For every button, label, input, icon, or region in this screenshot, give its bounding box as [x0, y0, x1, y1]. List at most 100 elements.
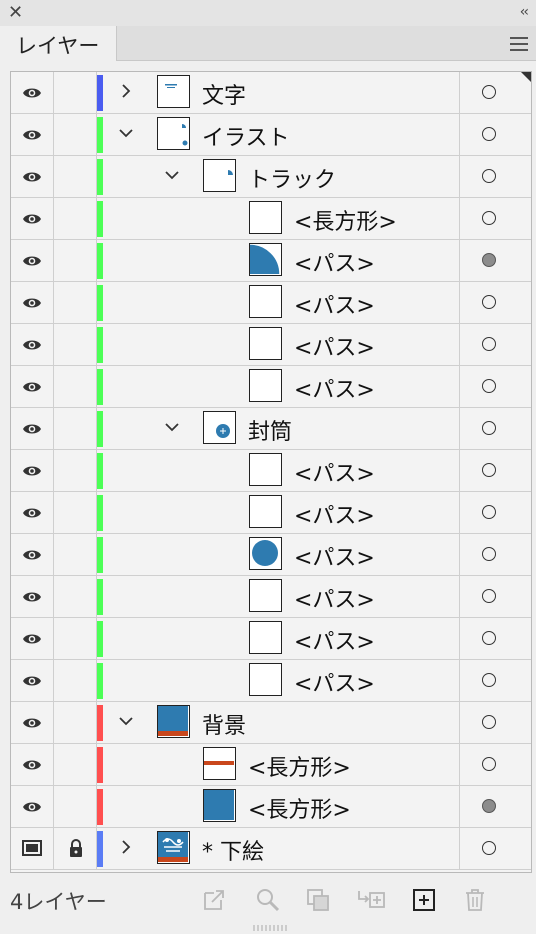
visibility-toggle[interactable] — [11, 576, 54, 617]
collapse-panel-icon[interactable]: ‹‹ — [520, 4, 529, 20]
lock-toggle[interactable] — [53, 744, 97, 785]
target-cell[interactable] — [459, 114, 531, 155]
move-to-layer-icon[interactable] — [356, 888, 386, 912]
layer-name[interactable]: <長方形> — [248, 792, 351, 824]
layer-name[interactable]: 背景 — [202, 708, 246, 740]
target-circle-icon[interactable] — [482, 631, 496, 645]
visibility-toggle[interactable] — [11, 114, 54, 155]
layer-row[interactable]: <パス> — [11, 492, 531, 534]
layer-name[interactable]: 文字 — [202, 78, 246, 110]
chevron-right-icon[interactable] — [119, 839, 133, 854]
export-icon[interactable] — [202, 888, 226, 912]
layer-row[interactable]: <パス> — [11, 324, 531, 366]
lock-toggle[interactable] — [53, 450, 97, 491]
lock-toggle[interactable] — [53, 492, 97, 533]
target-cell[interactable] — [459, 282, 531, 323]
lock-toggle[interactable] — [53, 366, 97, 407]
layer-name[interactable]: <パス> — [294, 498, 375, 530]
visibility-toggle[interactable] — [11, 408, 54, 449]
lock-toggle[interactable] — [53, 156, 97, 197]
target-cell[interactable] — [459, 324, 531, 365]
layer-row[interactable]: <長方形> — [11, 744, 531, 786]
target-circle-icon[interactable] — [482, 211, 496, 225]
target-cell[interactable] — [459, 72, 531, 113]
lock-toggle[interactable] — [53, 786, 97, 827]
target-cell[interactable] — [459, 450, 531, 491]
target-cell[interactable] — [459, 702, 531, 743]
lock-toggle[interactable] — [53, 828, 97, 869]
search-icon[interactable] — [256, 888, 280, 912]
lock-toggle[interactable] — [53, 198, 97, 239]
visibility-toggle[interactable] — [11, 450, 54, 491]
target-circle-icon[interactable] — [482, 295, 496, 309]
target-cell[interactable] — [459, 240, 531, 281]
layer-name[interactable]: <パス> — [294, 624, 375, 656]
layer-row[interactable]: <パス> — [11, 366, 531, 408]
target-cell[interactable] — [459, 618, 531, 659]
target-circle-icon[interactable] — [482, 127, 496, 141]
layer-name[interactable]: 封筒 — [248, 414, 292, 446]
chevron-down-icon[interactable] — [165, 167, 179, 181]
layer-name[interactable]: <長方形> — [248, 750, 351, 782]
tab-layers[interactable]: レイヤー — [0, 26, 117, 61]
layer-name[interactable]: <パス> — [294, 540, 375, 572]
target-cell[interactable] — [459, 744, 531, 785]
layer-row[interactable]: 文字 — [11, 72, 531, 114]
target-selected-icon[interactable] — [482, 799, 496, 813]
target-circle-icon[interactable] — [482, 169, 496, 183]
target-circle-icon[interactable] — [482, 379, 496, 393]
lock-toggle[interactable] — [53, 618, 97, 659]
layer-row[interactable]: イラスト — [11, 114, 531, 156]
lock-toggle[interactable] — [53, 576, 97, 617]
layer-row[interactable]: <パス> — [11, 660, 531, 702]
target-cell[interactable] — [459, 408, 531, 449]
layer-name[interactable]: <パス> — [294, 246, 375, 278]
layer-name[interactable]: イラスト — [202, 120, 290, 152]
target-circle-icon[interactable] — [482, 463, 496, 477]
close-icon[interactable]: ✕ — [8, 3, 23, 23]
layer-row[interactable]: <長方形> — [11, 786, 531, 828]
lock-toggle[interactable] — [53, 114, 97, 155]
visibility-toggle[interactable] — [11, 324, 54, 365]
layer-name[interactable]: <長方形> — [294, 204, 397, 236]
layer-name[interactable]: <パス> — [294, 666, 375, 698]
new-layer-icon[interactable] — [412, 888, 436, 912]
visibility-toggle[interactable] — [11, 72, 54, 113]
layer-name[interactable]: * 下絵 — [202, 834, 264, 866]
target-cell[interactable] — [459, 366, 531, 407]
visibility-toggle[interactable] — [11, 492, 54, 533]
target-cell[interactable] — [459, 576, 531, 617]
lock-toggle[interactable] — [53, 282, 97, 323]
target-circle-icon[interactable] — [482, 673, 496, 687]
chevron-down-icon[interactable] — [119, 713, 133, 727]
visibility-toggle[interactable] — [11, 786, 54, 827]
target-circle-icon[interactable] — [482, 841, 496, 855]
chevron-right-icon[interactable] — [119, 83, 133, 98]
target-circle-icon[interactable] — [482, 589, 496, 603]
resize-grip-icon[interactable] — [252, 924, 290, 932]
chevron-down-icon[interactable] — [119, 125, 133, 139]
target-cell[interactable] — [459, 534, 531, 575]
target-cell[interactable] — [459, 198, 531, 239]
visibility-toggle[interactable] — [11, 240, 54, 281]
trash-icon[interactable] — [463, 888, 487, 912]
visibility-toggle[interactable] — [11, 618, 54, 659]
layer-name[interactable]: <パス> — [294, 330, 375, 362]
layer-row[interactable]: トラック — [11, 156, 531, 198]
layer-row[interactable]: <パス> — [11, 618, 531, 660]
lock-toggle[interactable] — [53, 240, 97, 281]
target-cell[interactable] — [459, 492, 531, 533]
layer-row[interactable]: <パス> — [11, 240, 531, 282]
layer-row[interactable]: <長方形> — [11, 198, 531, 240]
target-cell[interactable] — [459, 660, 531, 701]
target-cell[interactable] — [459, 786, 531, 827]
lock-toggle[interactable] — [53, 408, 97, 449]
target-circle-icon[interactable] — [482, 547, 496, 561]
visibility-toggle[interactable] — [11, 534, 54, 575]
chevron-down-icon[interactable] — [165, 419, 179, 433]
lock-toggle[interactable] — [53, 72, 97, 113]
target-circle-icon[interactable] — [482, 757, 496, 771]
target-circle-icon[interactable] — [482, 715, 496, 729]
lock-toggle[interactable] — [53, 534, 97, 575]
layer-row[interactable]: <パス> — [11, 450, 531, 492]
